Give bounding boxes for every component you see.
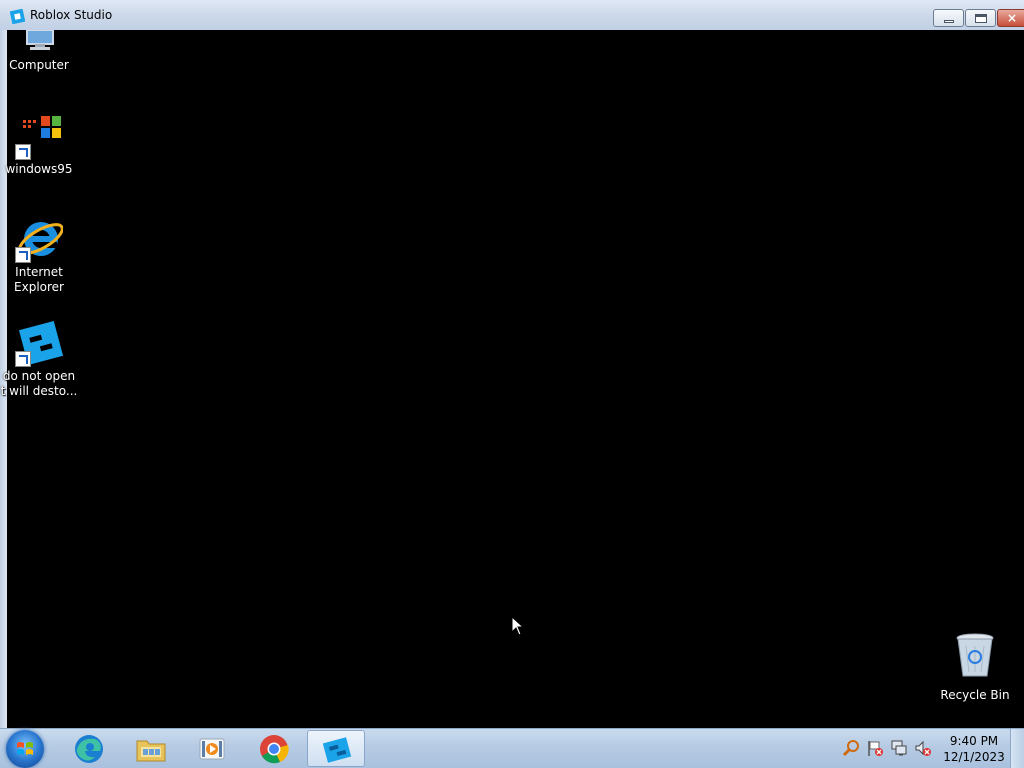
show-desktop-button[interactable] bbox=[1010, 729, 1024, 768]
roblox-studio-icon bbox=[10, 9, 25, 24]
network-icon[interactable] bbox=[890, 739, 908, 757]
desktop-icon-label: Computer bbox=[9, 58, 69, 72]
roblox-studio-icon bbox=[322, 737, 352, 763]
desktop-icon-computer[interactable]: Computer bbox=[0, 29, 78, 73]
start-button[interactable] bbox=[6, 730, 44, 768]
taskbar-media-player-button[interactable] bbox=[183, 730, 241, 767]
close-button[interactable]: × bbox=[997, 9, 1024, 27]
windows95-icon bbox=[15, 112, 63, 160]
clock-time: 9:40 PM bbox=[949, 734, 999, 748]
action-center-flag-icon[interactable] bbox=[866, 739, 884, 757]
maximize-button[interactable] bbox=[965, 9, 996, 27]
shortcut-arrow-icon bbox=[15, 247, 31, 263]
minimize-icon bbox=[944, 20, 954, 23]
taskbar-roblox-studio-button[interactable] bbox=[307, 730, 365, 767]
edge-icon bbox=[75, 735, 103, 763]
internet-explorer-icon bbox=[15, 215, 64, 263]
desktop-icon-do-not-open[interactable]: do not open t will desto... bbox=[0, 319, 78, 399]
desktop-icon-label-line1: Internet bbox=[15, 265, 63, 279]
shortcut-arrow-icon bbox=[15, 351, 31, 367]
folder-icon bbox=[136, 740, 166, 762]
maximize-icon bbox=[975, 14, 987, 23]
close-icon: × bbox=[1007, 11, 1018, 25]
desktop-icon-internet-explorer[interactable]: Internet Explorer bbox=[0, 215, 78, 295]
media-player-icon bbox=[199, 738, 225, 760]
desktop-icon-windows95[interactable]: windows95 bbox=[0, 112, 78, 177]
shortcut-arrow-icon bbox=[15, 144, 31, 160]
mouse-cursor-icon bbox=[511, 616, 523, 636]
roblox-icon bbox=[15, 319, 64, 367]
windows-logo-icon bbox=[17, 742, 33, 755]
desktop-icon-label-line1: do not open bbox=[2, 369, 76, 383]
desktop-icon-label-line2: t will desto... bbox=[0, 384, 78, 398]
taskbar-clock[interactable]: 9:40 PM 12/1/2023 bbox=[938, 733, 1010, 765]
taskbar-file-explorer-button[interactable] bbox=[122, 730, 180, 767]
minimize-button[interactable] bbox=[933, 9, 964, 27]
taskbar-edge-button[interactable] bbox=[60, 730, 118, 767]
title-bar[interactable]: Roblox Studio × bbox=[0, 0, 1024, 31]
computer-icon bbox=[15, 29, 63, 50]
search-icon[interactable] bbox=[842, 739, 860, 757]
chrome-icon bbox=[260, 735, 289, 764]
taskbar-chrome-button[interactable] bbox=[245, 730, 303, 767]
window-title: Roblox Studio bbox=[30, 8, 113, 22]
desktop-icon-label: windows95 bbox=[5, 162, 73, 176]
taskbar: 9:40 PM 12/1/2023 bbox=[0, 728, 1024, 768]
volume-muted-icon[interactable] bbox=[914, 739, 932, 757]
desktop-icon-recycle-bin[interactable]: Recycle Bin bbox=[936, 632, 1014, 703]
clock-date: 12/1/2023 bbox=[943, 750, 1005, 764]
desktop-icon-label: Recycle Bin bbox=[940, 688, 1010, 702]
recycle-bin-icon bbox=[951, 632, 999, 680]
desktop-icon-label-line2: Explorer bbox=[14, 280, 64, 294]
